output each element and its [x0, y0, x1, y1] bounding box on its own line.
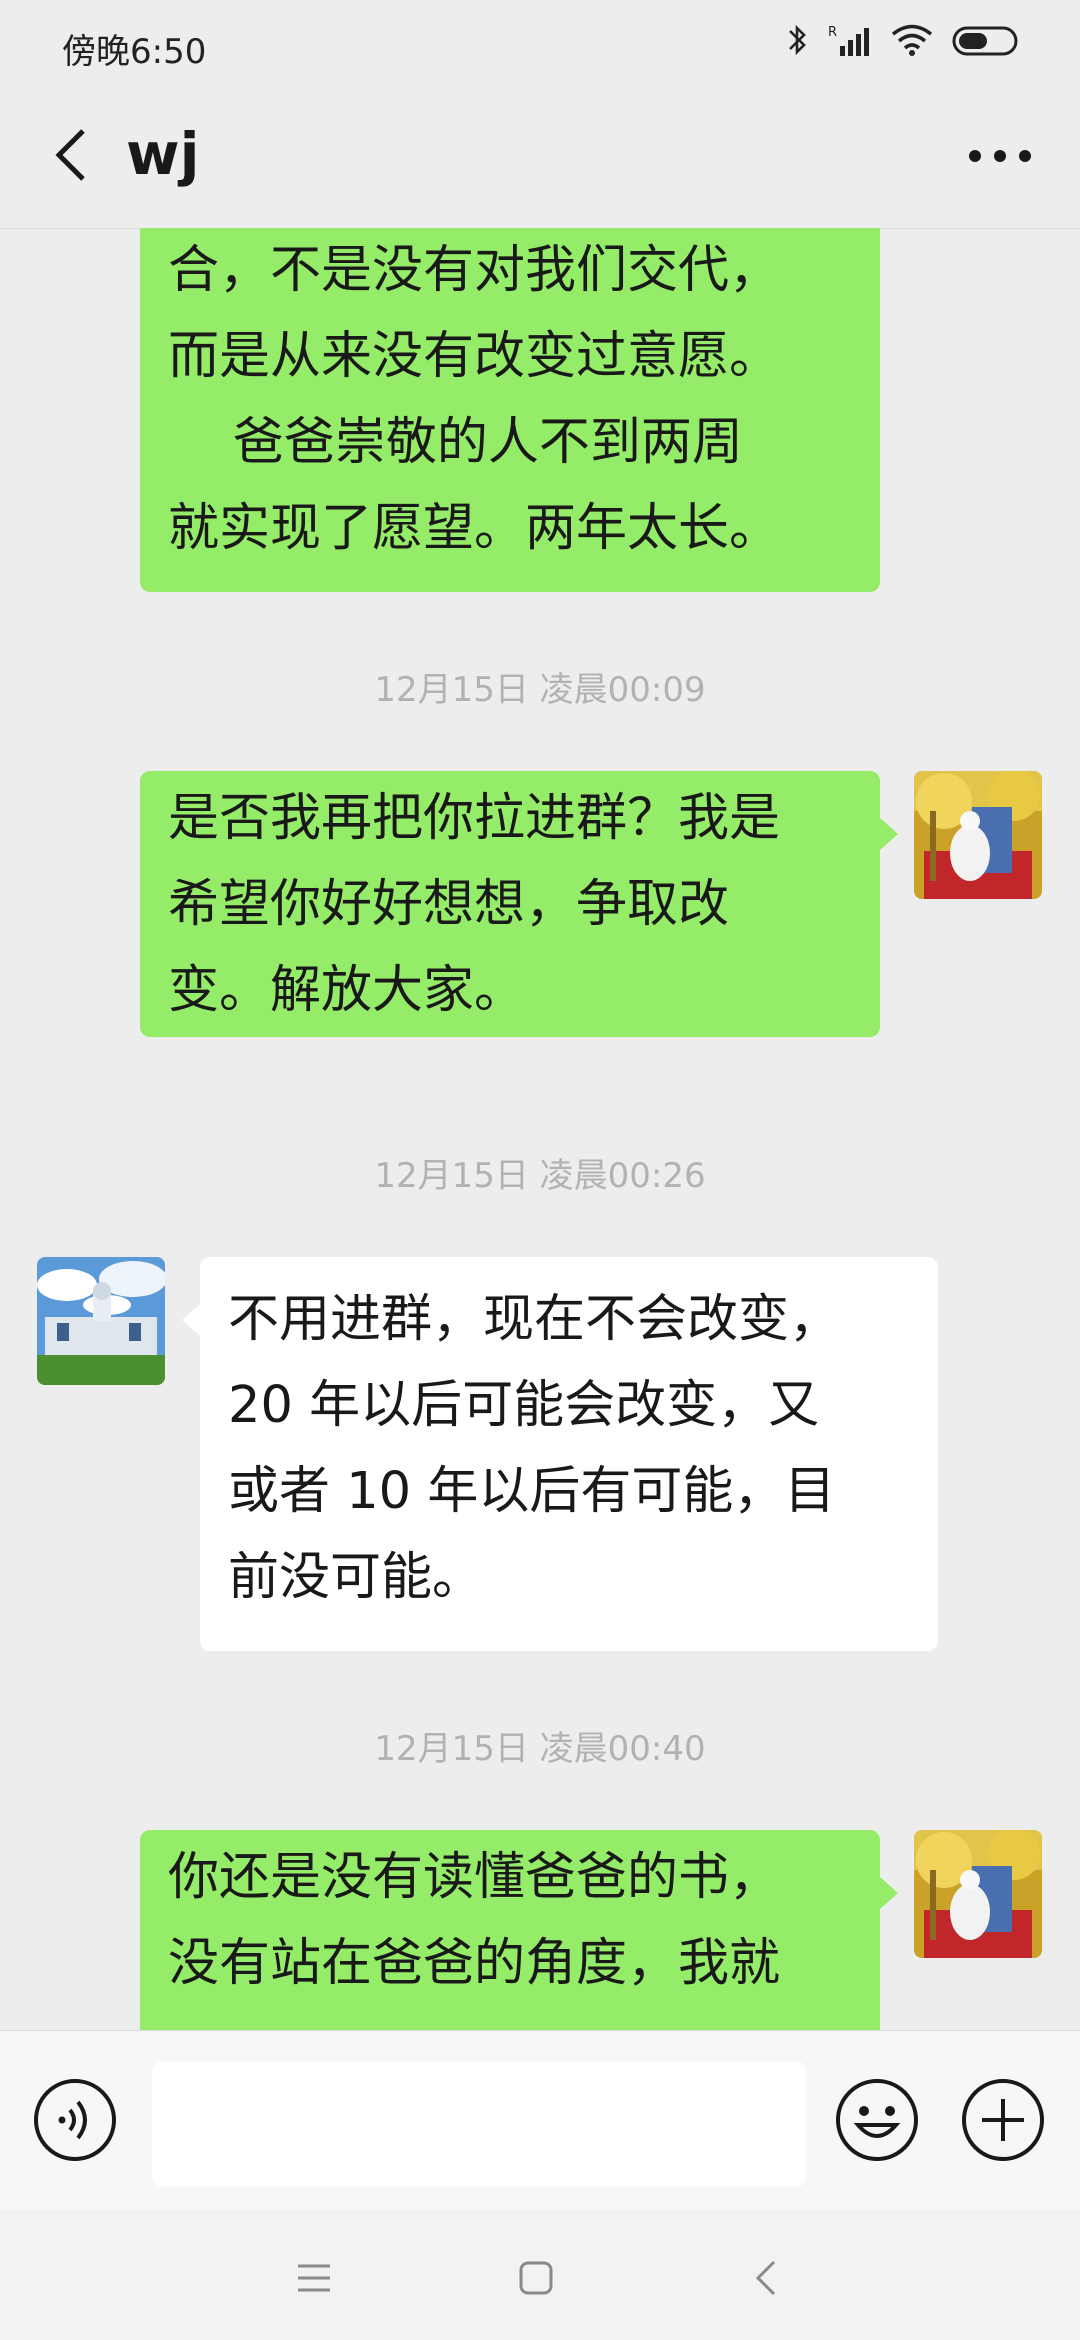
chat-title: wj	[126, 120, 200, 188]
back-arrow-icon	[55, 129, 85, 181]
chat-history[interactable]: 合，不是没有对我们交代， 而是从来没有改变过意愿。 爸爸崇敬的人不到两周 就实现…	[0, 228, 1080, 2030]
message-bubble-sent[interactable]: 你还是没有读懂爸爸的书， 没有站在爸爸的角度，我就	[140, 1830, 880, 2030]
svg-text:R: R	[828, 25, 837, 40]
battery-icon	[952, 26, 1018, 56]
home-icon	[519, 2261, 553, 2295]
bluetooth-icon	[789, 24, 806, 56]
message-timestamp: 12月15日 凌晨00:26	[374, 1156, 706, 1196]
menu-icon	[298, 2264, 330, 2292]
message-timestamp: 12月15日 凌晨00:09	[374, 670, 706, 710]
status-icons: R	[786, 22, 1022, 58]
nav-home-button[interactable]	[506, 2248, 566, 2308]
my-avatar[interactable]	[914, 1830, 1042, 1958]
system-navigation-bar	[0, 2210, 1080, 2340]
status-bar: 傍晚6:50 R	[0, 0, 1080, 90]
message-timestamp: 12月15日 凌晨00:40	[374, 1729, 706, 1769]
avatar-image	[914, 1830, 1042, 1958]
wifi-icon	[891, 24, 933, 56]
message-bubble-sent[interactable]: 是否我再把你拉进群？我是 希望你好好想想，争取改 变。解放大家。	[140, 771, 880, 1037]
my-avatar[interactable]	[914, 771, 1042, 899]
bubble-tail	[880, 1877, 898, 1909]
message-input[interactable]	[152, 2061, 806, 2187]
status-time: 傍晚6:50	[62, 32, 207, 72]
contact-avatar[interactable]	[37, 1257, 165, 1385]
message-bubble-sent[interactable]: 合，不是没有对我们交代， 而是从来没有改变过意愿。 爸爸崇敬的人不到两周 就实现…	[140, 228, 880, 592]
nav-menu-button[interactable]	[284, 2248, 344, 2308]
emoji-icon	[836, 2079, 918, 2161]
more-icon	[969, 150, 1031, 162]
back-button[interactable]	[36, 120, 106, 190]
avatar-image	[37, 1257, 165, 1385]
avatar-image	[914, 771, 1042, 899]
message-input-bar	[0, 2030, 1080, 2211]
more-button[interactable]	[960, 126, 1040, 186]
chat-header: wj	[0, 90, 1080, 229]
plus-button[interactable]	[960, 2077, 1046, 2163]
message-bubble-received[interactable]: 不用进群，现在不会改变， 20 年以后可能会改变，又 或者 10 年以后有可能，…	[200, 1257, 938, 1651]
signal-icon: R	[828, 25, 869, 56]
nav-back-button[interactable]	[736, 2248, 796, 2308]
bubble-tail	[880, 818, 898, 850]
back-icon	[755, 2260, 776, 2296]
voice-button[interactable]	[32, 2077, 118, 2163]
emoji-button[interactable]	[834, 2077, 920, 2163]
voice-icon	[34, 2079, 116, 2161]
bubble-tail	[182, 1304, 200, 1336]
plus-icon	[962, 2079, 1044, 2161]
